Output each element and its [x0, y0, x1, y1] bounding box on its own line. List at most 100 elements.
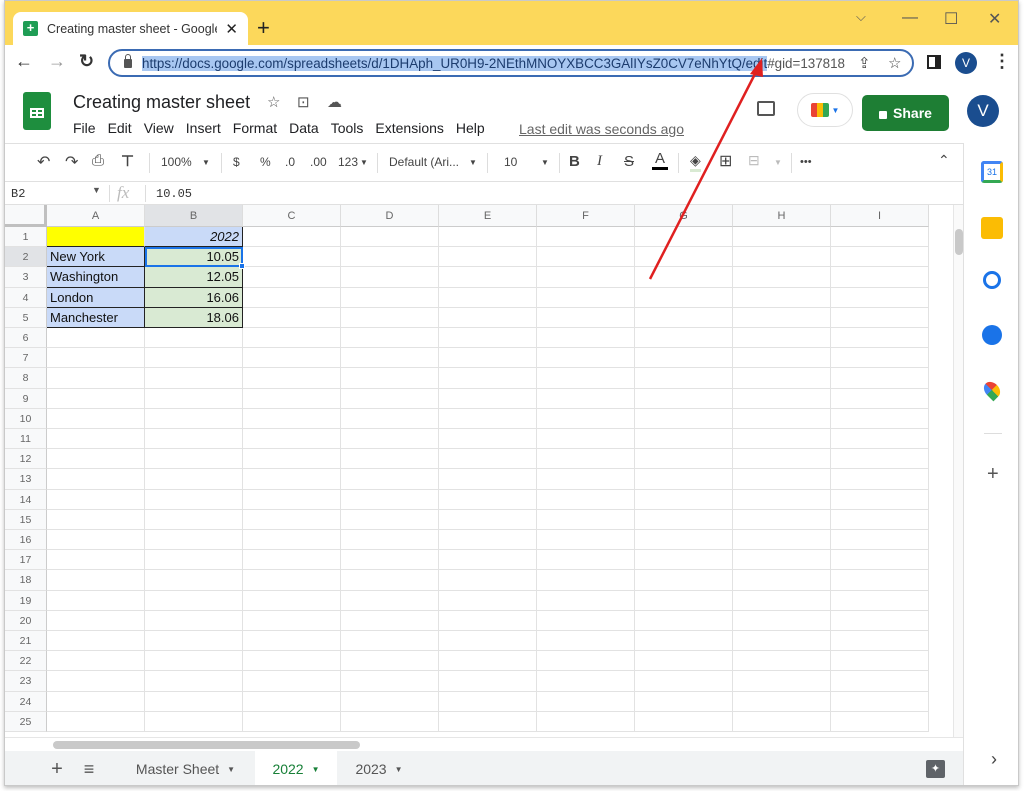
more-formats-button[interactable]: 123	[338, 155, 358, 169]
cell-d20[interactable]	[341, 610, 439, 631]
font-select[interactable]: Default (Ari...	[389, 155, 459, 169]
cell-a1[interactable]	[47, 227, 145, 248]
cell-d16[interactable]	[341, 530, 439, 551]
cell-i14[interactable]	[831, 489, 929, 510]
cell-c14[interactable]	[243, 489, 341, 510]
close-window-button[interactable]: ✕	[988, 9, 1001, 29]
cell-a17[interactable]	[47, 550, 145, 571]
cell-g24[interactable]	[635, 691, 733, 712]
cell-d25[interactable]	[341, 711, 439, 732]
cell-b9[interactable]	[145, 388, 243, 409]
cell-h8[interactable]	[733, 368, 831, 389]
cell-e3[interactable]	[439, 267, 537, 288]
cell-d5[interactable]	[341, 307, 439, 328]
cell-e14[interactable]	[439, 489, 537, 510]
cell-e10[interactable]	[439, 408, 537, 429]
share-page-icon[interactable]: ⇪	[858, 54, 871, 72]
cell-b5[interactable]: 18.06	[145, 307, 243, 328]
cell-h18[interactable]	[733, 570, 831, 591]
sheet-tab-master-sheet[interactable]: Master Sheet ▼	[118, 751, 253, 785]
cell-d2[interactable]	[341, 247, 439, 268]
cell-a12[interactable]	[47, 449, 145, 470]
cell-b3[interactable]: 12.05	[145, 267, 243, 288]
cell-h9[interactable]	[733, 388, 831, 409]
row-header-15[interactable]: 15	[5, 509, 47, 530]
cell-a25[interactable]	[47, 711, 145, 732]
cell-d15[interactable]	[341, 509, 439, 530]
cell-f12[interactable]	[537, 449, 635, 470]
cell-a8[interactable]	[47, 368, 145, 389]
last-edit-link[interactable]: Last edit was seconds ago	[519, 121, 684, 137]
cell-e23[interactable]	[439, 671, 537, 692]
cell-c12[interactable]	[243, 449, 341, 470]
cell-h5[interactable]	[733, 307, 831, 328]
row-header-8[interactable]: 8	[5, 368, 47, 389]
row-header-2[interactable]: 2	[5, 247, 47, 268]
cell-f15[interactable]	[537, 509, 635, 530]
cell-d19[interactable]	[341, 590, 439, 611]
column-header-d[interactable]: D	[341, 205, 439, 227]
cell-d12[interactable]	[341, 449, 439, 470]
cell-b24[interactable]	[145, 691, 243, 712]
cell-b14[interactable]	[145, 489, 243, 510]
cell-b2[interactable]: 10.05	[145, 247, 243, 268]
cell-e7[interactable]	[439, 348, 537, 369]
cell-b15[interactable]	[145, 509, 243, 530]
cell-f25[interactable]	[537, 711, 635, 732]
cell-a22[interactable]	[47, 651, 145, 672]
column-header-f[interactable]: F	[537, 205, 635, 227]
cell-i23[interactable]	[831, 671, 929, 692]
comments-icon[interactable]	[757, 101, 775, 116]
cell-g3[interactable]	[635, 267, 733, 288]
explore-button[interactable]: ✦	[926, 760, 945, 778]
row-header-25[interactable]: 25	[5, 711, 47, 732]
cell-i15[interactable]	[831, 509, 929, 530]
cell-i10[interactable]	[831, 408, 929, 429]
tasks-icon[interactable]	[983, 271, 1001, 289]
cell-g4[interactable]	[635, 287, 733, 308]
cell-f16[interactable]	[537, 530, 635, 551]
cell-g25[interactable]	[635, 711, 733, 732]
profile-avatar[interactable]: V	[955, 52, 977, 74]
row-header-5[interactable]: 5	[5, 307, 47, 328]
undo-icon[interactable]: ↶	[37, 152, 50, 172]
cell-g21[interactable]	[635, 631, 733, 652]
row-header-24[interactable]: 24	[5, 691, 47, 712]
cell-e15[interactable]	[439, 509, 537, 530]
cell-a21[interactable]	[47, 631, 145, 652]
cell-i9[interactable]	[831, 388, 929, 409]
menu-extensions[interactable]: Extensions	[375, 120, 443, 136]
cell-d21[interactable]	[341, 631, 439, 652]
cell-c10[interactable]	[243, 408, 341, 429]
cell-b21[interactable]	[145, 631, 243, 652]
italic-button[interactable]: I	[597, 153, 602, 170]
cell-h19[interactable]	[733, 590, 831, 611]
vertical-scrollbar[interactable]	[953, 205, 963, 737]
cell-h23[interactable]	[733, 671, 831, 692]
cell-f2[interactable]	[537, 247, 635, 268]
cell-g6[interactable]	[635, 328, 733, 349]
cell-b6[interactable]	[145, 328, 243, 349]
increase-decimal-button[interactable]: .00	[310, 155, 327, 169]
cell-i18[interactable]	[831, 570, 929, 591]
cell-c13[interactable]	[243, 469, 341, 490]
cell-b13[interactable]	[145, 469, 243, 490]
address-bar[interactable]: https://docs.google.com/spreadsheets/d/1…	[108, 49, 914, 77]
cell-d11[interactable]	[341, 429, 439, 450]
cell-b1[interactable]: 2022	[145, 227, 243, 248]
cell-c6[interactable]	[243, 328, 341, 349]
browser-tab[interactable]: + Creating master sheet - Google S ✕	[13, 12, 248, 45]
cell-a10[interactable]	[47, 408, 145, 429]
cell-d14[interactable]	[341, 489, 439, 510]
cell-h6[interactable]	[733, 328, 831, 349]
cell-g15[interactable]	[635, 509, 733, 530]
cell-h12[interactable]	[733, 449, 831, 470]
cell-e24[interactable]	[439, 691, 537, 712]
bold-button[interactable]: B	[569, 153, 580, 170]
cell-d18[interactable]	[341, 570, 439, 591]
menu-format[interactable]: Format	[233, 120, 277, 136]
row-header-23[interactable]: 23	[5, 671, 47, 692]
reload-button[interactable]: ↻	[79, 51, 94, 72]
cell-a3[interactable]: Washington	[47, 267, 145, 288]
sheet-tab-2023[interactable]: 2023 ▼	[339, 751, 419, 785]
